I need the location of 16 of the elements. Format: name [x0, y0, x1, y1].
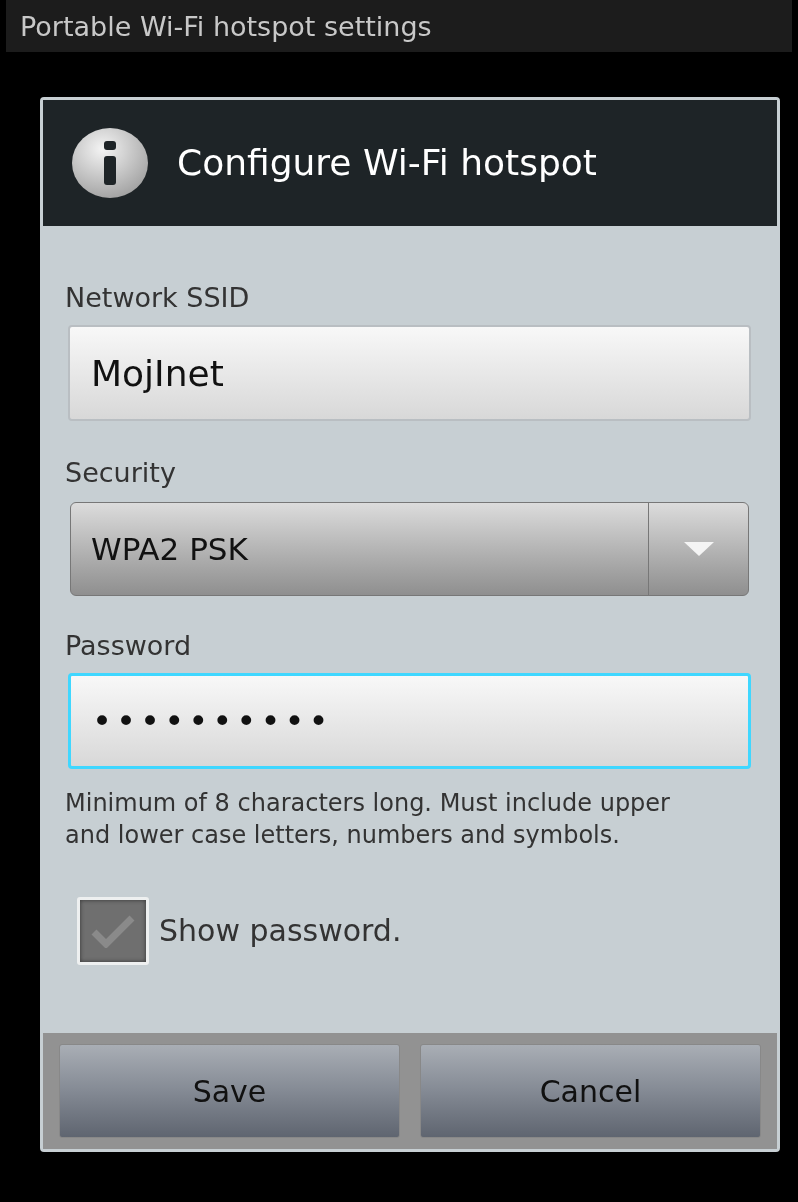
field-label: Network SSID [65, 284, 251, 311]
dropdown-arrow-icon [683, 542, 714, 556]
dialog-title: Configure Wi-Fi hotspot [177, 145, 597, 181]
checkbox-label: Show password. [159, 916, 402, 946]
password-field[interactable]: •••••••••• [68, 673, 751, 769]
password-hint: Minimum of 8 characters long. Must include upper and lower case letters, numbers and symbols. [65, 788, 671, 851]
ssid-field[interactable]: MojInet [68, 325, 751, 421]
window-title: Portable Wi-Fi hotspot settings [20, 12, 432, 40]
security-dropdown[interactable]: WPA2 PSK [70, 502, 749, 596]
dialog-button[interactable]: Cancel [420, 1044, 761, 1138]
dialog-button[interactable]: Save [59, 1044, 400, 1138]
checkmark-icon [91, 914, 135, 948]
field-label: Security [65, 459, 177, 486]
info-icon [71, 127, 149, 199]
show-password-checkbox[interactable] [77, 897, 149, 965]
field-label: Password [65, 632, 193, 659]
